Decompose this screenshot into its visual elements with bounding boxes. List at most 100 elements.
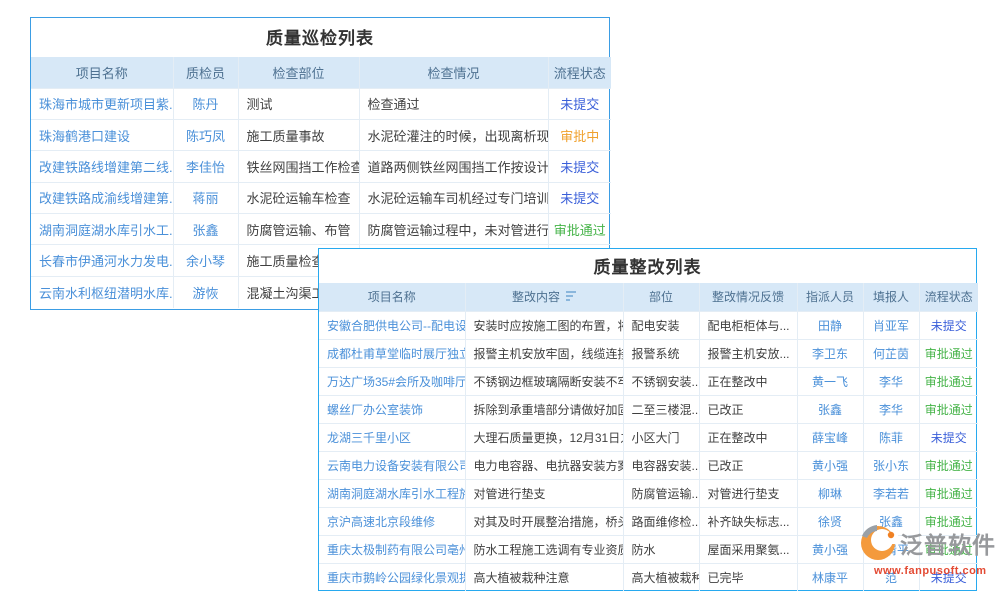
- cell-project[interactable]: 珠海鹤港口建设: [31, 119, 173, 150]
- cell-content: 报警主机安放牢固，线缆连接...: [465, 339, 623, 367]
- page: 质量巡检列表 项目名称质检员检查部位检查情况流程状态珠海市城市更新项目紫...陈…: [0, 0, 1000, 600]
- cell-status: 审批通过: [919, 367, 978, 395]
- cell-project[interactable]: 湖南洞庭湖水库引水工程施工标: [319, 479, 465, 507]
- cell-reporter[interactable]: 何芷茵: [863, 339, 919, 367]
- column-header-part: 检查部位: [238, 57, 359, 88]
- cell-inspector[interactable]: 陈巧凤: [173, 119, 238, 150]
- cell-assignee[interactable]: 张鑫: [797, 395, 863, 423]
- cell-status: 审批中: [548, 119, 611, 150]
- table-row: 湖南洞庭湖水库引水工程施工标对管进行垫支防腐管运输...对管进行垫支柳琳李若若审…: [319, 479, 978, 507]
- cell-part: 防腐管运输...: [623, 479, 699, 507]
- table-row: 湖南洞庭湖水库引水工...张鑫防腐管运输、布管防腐管运输过程中，未对管进行...…: [31, 214, 611, 245]
- column-header-label: 项目名称: [368, 290, 416, 304]
- cell-feedback: 已改正: [699, 395, 797, 423]
- cell-project[interactable]: 成都杜甫草堂临时展厅独立展...: [319, 339, 465, 367]
- cell-assignee[interactable]: 田静: [797, 311, 863, 339]
- cell-assignee[interactable]: 薛宝峰: [797, 423, 863, 451]
- cell-part: 配电安装: [623, 311, 699, 339]
- cell-part: 防水: [623, 535, 699, 563]
- cell-inspector[interactable]: 张鑫: [173, 214, 238, 245]
- column-header-status: 流程状态: [548, 57, 611, 88]
- cell-project[interactable]: 云南水利枢纽潜明水库...: [31, 276, 173, 307]
- column-header-label: 流程状态: [925, 290, 973, 304]
- column-header-label: 部位: [649, 290, 673, 304]
- table-row: 万达广场35#会所及咖啡厅空...不锈钢边框玻璃隔断安装不牢...不锈钢安装..…: [319, 367, 978, 395]
- cell-assignee[interactable]: 徐贤: [797, 507, 863, 535]
- cell-situation: 检查通过: [359, 88, 548, 119]
- cell-inspector[interactable]: 李佳怡: [173, 151, 238, 182]
- column-header-label: 项目名称: [76, 66, 128, 81]
- cell-inspector[interactable]: 游恢: [173, 276, 238, 307]
- cell-assignee[interactable]: 黄小强: [797, 535, 863, 563]
- cell-situation: 道路两侧铁丝网围挡工作按设计...: [359, 151, 548, 182]
- cell-content: 对其及时开展整治措施，桥头...: [465, 507, 623, 535]
- cell-project[interactable]: 重庆太极制药有限公司亳州中...: [319, 535, 465, 563]
- cell-project[interactable]: 长春市伊通河水力发电...: [31, 245, 173, 276]
- cell-content: 高大植被栽种注意: [465, 563, 623, 591]
- cell-reporter[interactable]: 陈菲: [863, 423, 919, 451]
- cell-project[interactable]: 珠海市城市更新项目紫...: [31, 88, 173, 119]
- cell-feedback: 配电柜柜体与...: [699, 311, 797, 339]
- cell-project[interactable]: 改建铁路成渝线增建第...: [31, 182, 173, 213]
- rectification-table-title: 质量整改列表: [319, 249, 976, 283]
- cell-assignee[interactable]: 林康平: [797, 563, 863, 591]
- cell-project[interactable]: 螺丝厂办公室装饰: [319, 395, 465, 423]
- cell-assignee[interactable]: 柳琳: [797, 479, 863, 507]
- cell-feedback: 对管进行垫支: [699, 479, 797, 507]
- cell-feedback: 补齐缺失标志...: [699, 507, 797, 535]
- cell-assignee[interactable]: 李卫东: [797, 339, 863, 367]
- column-header-project: 项目名称: [319, 283, 465, 311]
- table-row: 珠海鹤港口建设陈巧凤施工质量事故水泥砼灌注的时候，出现离析现象审批中: [31, 119, 611, 150]
- table-row: 龙湖三千里小区大理石质量更换，12月31日之...小区大门正在整改中薛宝峰陈菲未…: [319, 423, 978, 451]
- cell-reporter[interactable]: 李若若: [863, 479, 919, 507]
- cell-content: 电力电容器、电抗器安装方案,...: [465, 451, 623, 479]
- cell-inspector[interactable]: 陈丹: [173, 88, 238, 119]
- cell-inspector[interactable]: 余小琴: [173, 245, 238, 276]
- cell-project[interactable]: 湖南洞庭湖水库引水工...: [31, 214, 173, 245]
- column-header-label: 整改内容: [512, 290, 560, 304]
- cell-assignee[interactable]: 黄一飞: [797, 367, 863, 395]
- cell-reporter[interactable]: 张小东: [863, 451, 919, 479]
- cell-project[interactable]: 京沪高速北京段维修: [319, 507, 465, 535]
- cell-feedback: 已完毕: [699, 563, 797, 591]
- table-row: 成都杜甫草堂临时展厅独立展...报警主机安放牢固，线缆连接...报警系统报警主机…: [319, 339, 978, 367]
- watermark-url: www.fanpusoft.com: [874, 565, 987, 577]
- cell-situation: 水泥砼运输车司机经过专门培训...: [359, 182, 548, 213]
- cell-project[interactable]: 安徽合肥供电公司--配电设备...: [319, 311, 465, 339]
- cell-project[interactable]: 改建铁路线增建第二线...: [31, 151, 173, 182]
- cell-reporter[interactable]: 李华: [863, 367, 919, 395]
- column-header-project: 项目名称: [31, 57, 173, 88]
- column-header-label: 指派人员: [806, 290, 854, 304]
- column-header-assignee: 指派人员: [797, 283, 863, 311]
- column-header-situation: 检查情况: [359, 57, 548, 88]
- cell-project[interactable]: 龙湖三千里小区: [319, 423, 465, 451]
- table-row: 改建铁路线增建第二线...李佳怡铁丝网围挡工作检查道路两侧铁丝网围挡工作按设计.…: [31, 151, 611, 182]
- cell-part: 报警系统: [623, 339, 699, 367]
- cell-project[interactable]: 万达广场35#会所及咖啡厅空...: [319, 367, 465, 395]
- column-header-label: 填报人: [873, 290, 909, 304]
- column-header-content[interactable]: 整改内容: [465, 283, 623, 311]
- cell-content: 不锈钢边框玻璃隔断安装不牢...: [465, 367, 623, 395]
- table-row: 云南电力设备安装有限公司20...电力电容器、电抗器安装方案,...电容器安装.…: [319, 451, 978, 479]
- fanpu-logo-icon: [858, 522, 898, 562]
- column-header-label: 质检员: [186, 66, 225, 81]
- cell-assignee[interactable]: 黄小强: [797, 451, 863, 479]
- cell-inspector[interactable]: 蒋丽: [173, 182, 238, 213]
- table-row: 珠海市城市更新项目紫...陈丹测试检查通过未提交: [31, 88, 611, 119]
- cell-reporter[interactable]: 肖亚军: [863, 311, 919, 339]
- cell-status: 未提交: [919, 311, 978, 339]
- column-header-label: 流程状态: [554, 66, 606, 81]
- sort-icon[interactable]: [566, 291, 576, 303]
- cell-status: 审批通过: [548, 214, 611, 245]
- column-header-part: 部位: [623, 283, 699, 311]
- cell-project[interactable]: 云南电力设备安装有限公司20...: [319, 451, 465, 479]
- cell-project[interactable]: 重庆市鹅岭公园绿化景观提升...: [319, 563, 465, 591]
- cell-feedback: 正在整改中: [699, 367, 797, 395]
- table-row: 螺丝厂办公室装饰拆除到承重墙部分请做好加固...二至三楼混...已改正张鑫李华审…: [319, 395, 978, 423]
- cell-part: 小区大门: [623, 423, 699, 451]
- cell-situation: 水泥砼灌注的时候，出现离析现象: [359, 119, 548, 150]
- table-row: 改建铁路成渝线增建第...蒋丽水泥砼运输车检查水泥砼运输车司机经过专门培训...…: [31, 182, 611, 213]
- cell-reporter[interactable]: 李华: [863, 395, 919, 423]
- cell-part: 电容器安装...: [623, 451, 699, 479]
- cell-content: 对管进行垫支: [465, 479, 623, 507]
